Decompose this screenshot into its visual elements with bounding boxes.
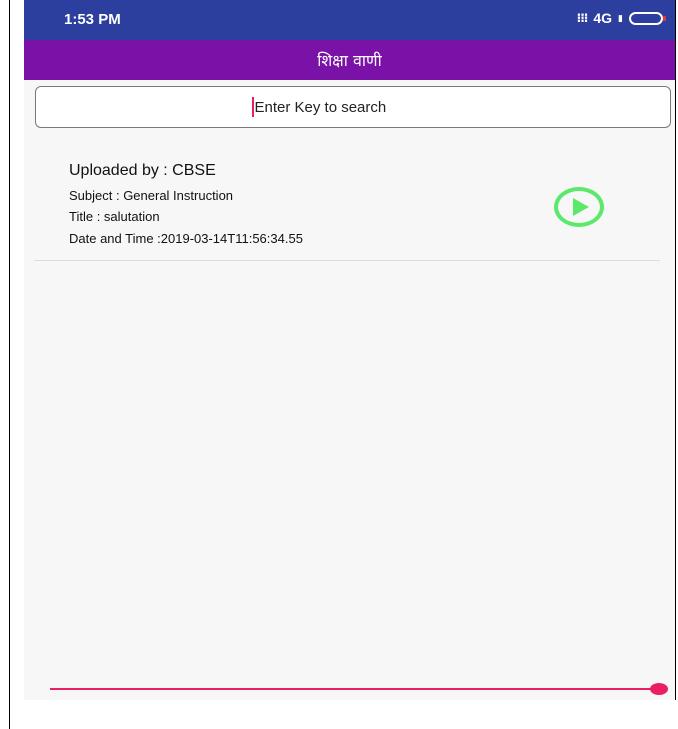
title-label: Title : salutation xyxy=(69,209,160,224)
app-title: शिक्षा वाणी xyxy=(317,51,382,70)
date-time-label: Date and Time :2019-03-14T11:56:34.55 xyxy=(69,231,303,246)
text-cursor xyxy=(251,97,254,117)
seekbar-track xyxy=(50,688,658,690)
frame-border-left xyxy=(9,0,10,729)
cell-signal-icon: ▮ xyxy=(618,12,623,23)
seekbar-thumb[interactable] xyxy=(650,683,668,695)
play-button[interactable] xyxy=(554,187,604,227)
network-type-label: 4G xyxy=(593,10,613,26)
search-box[interactable] xyxy=(35,86,671,128)
status-time: 1:53 PM xyxy=(64,11,121,28)
list-item[interactable]: Uploaded by : CBSE Subject : General Ins… xyxy=(34,150,660,261)
battery-icon xyxy=(629,11,666,25)
play-circle-icon xyxy=(573,198,589,216)
subject-label: Subject : General Instruction xyxy=(69,188,234,203)
status-icons: ⁝⁝⁝ 4G ▮ xyxy=(576,10,666,26)
status-bar: 1:53 PM ⁝⁝⁝ 4G ▮ xyxy=(24,0,675,40)
signal-dots-icon: ⁝⁝⁝ xyxy=(576,11,589,25)
uploaded-by-label: Uploaded by : CBSE xyxy=(69,162,216,179)
app-bar: शिक्षा वाणी xyxy=(24,40,675,80)
phone-screen: 1:53 PM ⁝⁝⁝ 4G ▮ शिक्षा वाणी Uploaded by… xyxy=(24,0,675,700)
frame-border-right xyxy=(675,0,676,700)
audio-seekbar[interactable] xyxy=(50,683,668,697)
search-input[interactable] xyxy=(254,98,455,116)
screenshot-frame: 1:53 PM ⁝⁝⁝ 4G ▮ शिक्षा वाणी Uploaded by… xyxy=(0,0,678,729)
